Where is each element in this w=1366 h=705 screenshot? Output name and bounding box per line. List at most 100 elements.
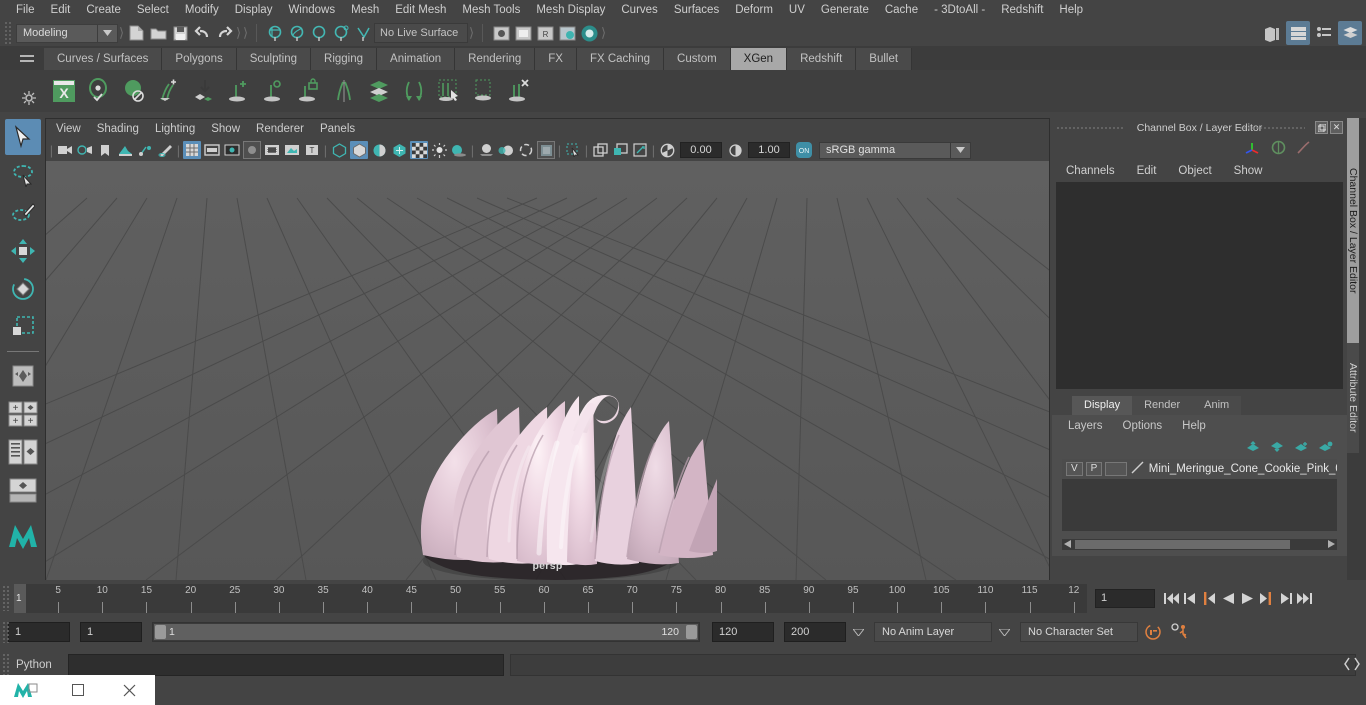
coordinate-axis-icon[interactable] (1244, 140, 1261, 158)
redo-icon[interactable] (213, 22, 235, 44)
shelf-tab-redshift[interactable]: Redshift (787, 48, 857, 70)
channel-box-toggle-icon[interactable] (1338, 21, 1362, 45)
command-input[interactable] (68, 654, 504, 676)
graph-editor-icon[interactable] (1296, 140, 1311, 158)
undo-icon[interactable] (191, 22, 213, 44)
character-set-field[interactable]: No Character Set (1020, 622, 1138, 642)
layer-tab-anim[interactable]: Anim (1192, 396, 1242, 415)
go-to-end-icon[interactable] (1296, 589, 1312, 607)
shelf-tab-polygons[interactable]: Polygons (162, 48, 237, 70)
text-overlay-icon[interactable]: T (303, 141, 321, 159)
manipulator-icon[interactable] (1271, 140, 1286, 158)
time-slider[interactable]: 1 5 10 15 20 25 30 35 40 45 50 55 60 65 70 75 80 85 90 95 1… (14, 583, 1087, 613)
vertical-tab-attribute-editor[interactable]: Attribute Editor (1347, 343, 1359, 453)
menu-select[interactable]: Select (129, 0, 177, 20)
camera-attributes-icon[interactable] (76, 141, 94, 159)
exposure-reset-icon[interactable] (631, 141, 649, 159)
menu-edit[interactable]: Edit (43, 0, 79, 20)
new-layer-from-selection-icon[interactable] (1318, 441, 1333, 456)
xray-joints-icon[interactable] (591, 141, 609, 159)
new-scene-icon[interactable] (125, 22, 147, 44)
layer-menu-help[interactable]: Help (1182, 420, 1206, 432)
xgen-mirror-icon[interactable] (327, 74, 360, 108)
script-editor-icon[interactable] (1344, 656, 1360, 675)
xray-shading-icon[interactable] (410, 141, 428, 159)
isolate-select-icon[interactable] (564, 141, 582, 159)
scale-tool[interactable] (5, 309, 41, 345)
vertical-tab-channel-box[interactable]: Channel Box / Layer Editor (1347, 118, 1359, 343)
close-icon[interactable] (103, 684, 155, 697)
go-to-start-icon[interactable] (1163, 589, 1179, 607)
select-camera-icon[interactable] (56, 141, 74, 159)
move-tool[interactable] (5, 233, 41, 269)
xgen-editor-icon[interactable]: X (47, 74, 80, 108)
color-management-toggle-icon[interactable]: ON (794, 140, 814, 160)
hypershade-icon[interactable] (578, 22, 600, 44)
xgen-add-description-icon[interactable] (222, 74, 255, 108)
viewport-menu-show[interactable]: Show (211, 123, 240, 135)
color-space-value[interactable]: sRGB gamma (819, 141, 951, 159)
animation-start-time-field[interactable]: 1 (8, 622, 70, 642)
snap-to-grid-icon[interactable] (264, 22, 286, 44)
channel-menu-show[interactable]: Show (1234, 165, 1263, 177)
exposure-field[interactable]: 0.00 (680, 142, 722, 158)
viewport-menu-lighting[interactable]: Lighting (155, 123, 195, 135)
next-key-icon[interactable] (1258, 589, 1274, 607)
layer-playback-toggle[interactable]: P (1085, 462, 1103, 476)
menu-windows[interactable]: Windows (280, 0, 343, 20)
move-layer-down-icon[interactable] (1270, 441, 1285, 456)
viewport-menu-shading[interactable]: Shading (97, 123, 139, 135)
move-layer-up-icon[interactable] (1246, 440, 1261, 456)
field-chart-icon[interactable] (243, 141, 261, 159)
texture-shading-icon[interactable] (390, 141, 408, 159)
xgen-convert-icon[interactable] (397, 74, 430, 108)
layer-list-horizontal-scrollbar[interactable] (1062, 539, 1337, 550)
layer-row[interactable]: V P Mini_Meringue_Cone_Cookie_Pink_0 (1062, 459, 1337, 479)
menu-mesh-tools[interactable]: Mesh Tools (454, 0, 528, 20)
panel-layout-tool[interactable] (5, 472, 41, 508)
animation-preferences-icon[interactable] (1168, 622, 1192, 642)
xgen-disable-preview-icon[interactable] (117, 74, 150, 108)
layer-menu-layers[interactable]: Layers (1068, 420, 1103, 432)
command-language-label[interactable]: Python (16, 659, 68, 671)
snap-to-point-icon[interactable] (308, 22, 330, 44)
shelf-menu-icon[interactable] (20, 53, 34, 67)
menu-edit-mesh[interactable]: Edit Mesh (387, 0, 454, 20)
shelf-tab-sculpting[interactable]: Sculpting (236, 48, 312, 70)
live-surface-field[interactable]: No Live Surface (374, 23, 468, 43)
gamma-icon[interactable] (726, 141, 744, 159)
safe-title-icon[interactable] (283, 141, 301, 159)
menu-file[interactable]: File (8, 0, 43, 20)
snap-to-projected-center-icon[interactable] (330, 22, 352, 44)
channel-menu-edit[interactable]: Edit (1137, 165, 1157, 177)
menu-create[interactable]: Create (78, 0, 129, 20)
layer-tab-render[interactable]: Render (1132, 396, 1193, 415)
render-current-frame-icon[interactable] (490, 22, 512, 44)
channel-menu-channels[interactable]: Channels (1066, 165, 1115, 177)
menu-redshift[interactable]: Redshift (993, 0, 1051, 20)
menu-deform[interactable]: Deform (727, 0, 781, 20)
snap-to-view-plane-icon[interactable] (352, 22, 374, 44)
menu-cache[interactable]: Cache (877, 0, 926, 20)
select-tool[interactable] (4, 119, 41, 155)
previous-key-icon[interactable] (1201, 589, 1217, 607)
viewport-canvas[interactable]: y x z persp (46, 161, 1049, 580)
auto-key-icon[interactable] (1142, 622, 1164, 642)
xgen-add-groom-icon[interactable] (152, 74, 185, 108)
attribute-editor-toggle-icon[interactable] (1286, 21, 1310, 45)
smooth-shading-icon[interactable] (350, 141, 368, 159)
command-line-grip[interactable] (2, 653, 9, 677)
color-space-chevron-down-icon[interactable] (951, 141, 971, 159)
gamma-field[interactable]: 1.00 (748, 142, 790, 158)
menu-curves[interactable]: Curves (613, 0, 665, 20)
current-time-field[interactable]: 1 (1095, 588, 1155, 608)
render-settings-icon[interactable]: R (534, 22, 556, 44)
xray-active-icon[interactable] (611, 141, 629, 159)
range-start-handle[interactable] (155, 625, 166, 639)
layer-shading-toggle[interactable] (1105, 462, 1127, 476)
snap-grid-tool[interactable]: + + + (5, 396, 41, 432)
xgen-preview-icon[interactable] (82, 74, 115, 108)
lasso-select-tool[interactable] (5, 157, 41, 193)
shelf-tab-rendering[interactable]: Rendering (455, 48, 536, 70)
play-forwards-icon[interactable] (1239, 589, 1255, 607)
